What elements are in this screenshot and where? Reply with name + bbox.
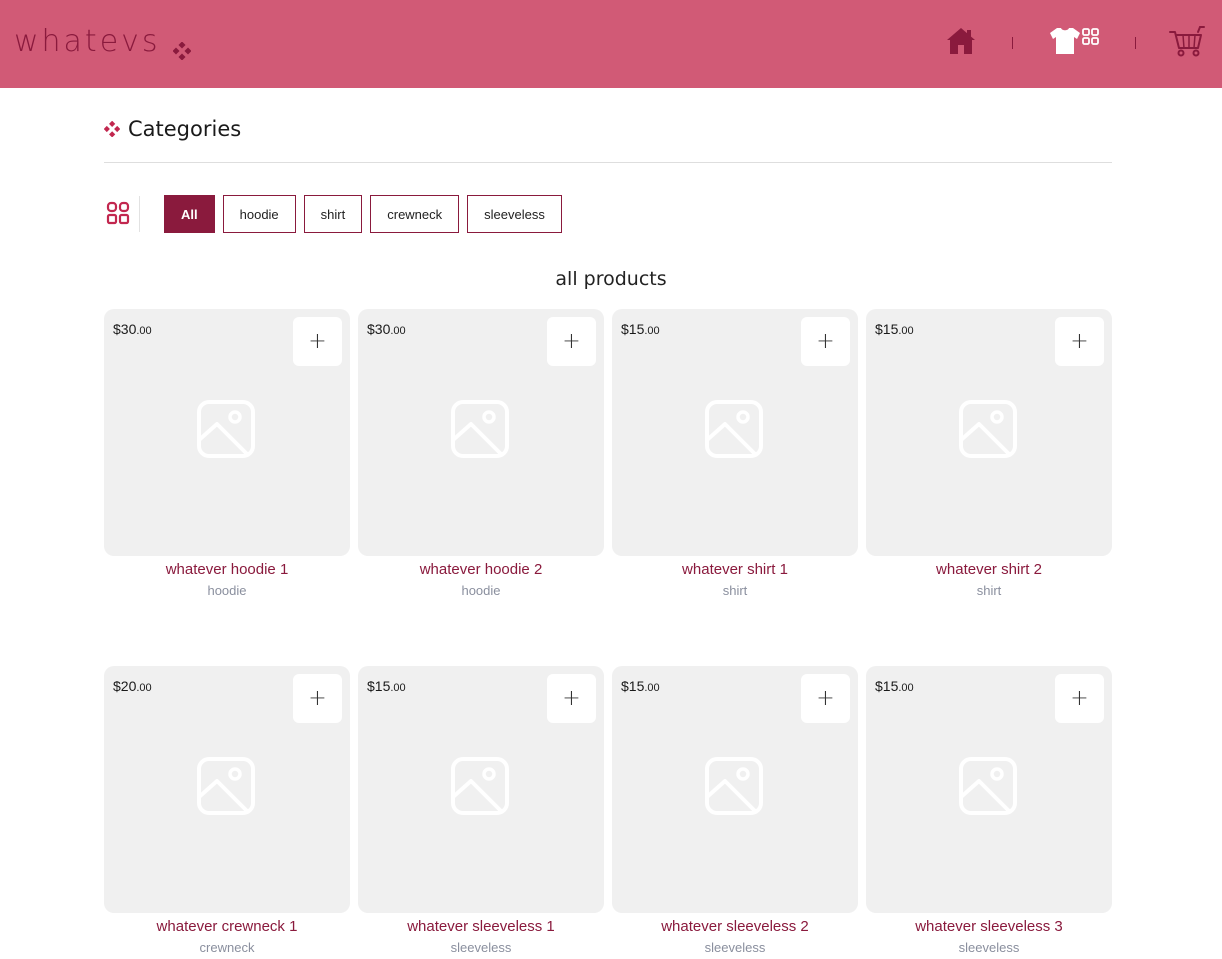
diamond-icon [172,33,192,61]
plus-icon: + [308,686,327,711]
product-name[interactable]: whatever sleeveless 2 [612,918,858,935]
product-image[interactable]: $15.00 + [358,666,604,913]
add-to-cart-button[interactable]: + [801,674,850,723]
plus-icon: + [1070,686,1089,711]
image-placeholder-icon [959,400,1017,458]
plus-icon: + [1070,329,1089,354]
add-to-cart-button[interactable]: + [293,317,342,366]
product-category: sleeveless [450,940,512,955]
product-name[interactable]: whatever hoodie 1 [104,561,350,578]
brand-logo[interactable]: whatevs [14,24,192,61]
product-name[interactable]: whatever hoodie 2 [358,561,604,578]
product-card[interactable]: $15.00 + whatever shirt 2 shirt [866,309,1112,598]
product-name[interactable]: whatever shirt 2 [866,561,1112,578]
product-price: $15.00 [875,321,914,337]
filter-shirt[interactable]: shirt [303,195,363,233]
product-price: $30.00 [113,321,152,337]
image-placeholder-icon [705,400,763,458]
product-category: shirt [722,583,748,598]
nav-divider [1135,37,1136,49]
product-category: shirt [976,583,1002,598]
product-image[interactable]: $30.00 + [358,309,604,556]
grid-view-icon[interactable] [106,201,130,225]
product-card[interactable]: $30.00 + whatever hoodie 2 hoodie [358,309,604,598]
filter-all[interactable]: All [164,195,215,233]
product-name[interactable]: whatever shirt 1 [612,561,858,578]
category-filters: All hoodie shirt crewneck sleeveless [164,195,562,233]
image-placeholder-icon [705,757,763,815]
image-placeholder-icon [451,757,509,815]
plus-icon: + [562,329,581,354]
product-card[interactable]: $15.00 + whatever sleeveless 1 sleeveles… [358,666,604,955]
plus-icon: + [816,686,835,711]
product-card[interactable]: $15.00 + whatever sleeveless 2 sleeveles… [612,666,858,955]
product-card[interactable]: $15.00 + whatever shirt 1 shirt [612,309,858,598]
add-to-cart-button[interactable]: + [547,674,596,723]
product-image[interactable]: $15.00 + [612,309,858,556]
product-image[interactable]: $15.00 + [612,666,858,913]
add-to-cart-button[interactable]: + [801,317,850,366]
product-card[interactable]: $15.00 + whatever sleeveless 3 sleeveles… [866,666,1112,955]
product-image[interactable]: $30.00 + [104,309,350,556]
product-price: $15.00 [367,678,406,694]
brand-name: whatevs [14,24,161,59]
product-price: $30.00 [367,321,406,337]
product-category: sleeveless [958,940,1020,955]
shop-nav-button[interactable] [1048,26,1100,56]
filter-crewneck[interactable]: crewneck [370,195,460,233]
product-image[interactable]: $15.00 + [866,309,1112,556]
image-placeholder-icon [197,757,255,815]
add-to-cart-button[interactable]: + [293,674,342,723]
product-name[interactable]: whatever crewneck 1 [104,918,350,935]
filter-sleeveless[interactable]: sleeveless [467,195,562,233]
top-header: whatevs [0,0,1222,88]
image-placeholder-icon [197,400,255,458]
product-price: $15.00 [875,678,914,694]
product-category: crewneck [199,940,255,955]
product-image[interactable]: $20.00 + [104,666,350,913]
section-title: all products [555,268,667,290]
image-placeholder-icon [451,400,509,458]
product-category: hoodie [461,583,501,598]
filter-hoodie[interactable]: hoodie [222,195,296,233]
categories-heading: Categories [104,117,241,141]
product-price: $15.00 [621,678,660,694]
home-icon[interactable] [945,26,977,56]
nav-divider [1012,37,1013,49]
add-to-cart-button[interactable]: + [1055,317,1104,366]
add-to-cart-button[interactable]: + [1055,674,1104,723]
categories-title: Categories [128,117,242,141]
diamond-icon [104,121,120,137]
product-category: sleeveless [704,940,766,955]
image-placeholder-icon [959,757,1017,815]
plus-icon: + [562,686,581,711]
cart-icon[interactable] [1169,26,1205,58]
divider [104,162,1112,163]
product-card[interactable]: $20.00 + whatever crewneck 1 crewneck [104,666,350,955]
product-name[interactable]: whatever sleeveless 3 [866,918,1112,935]
plus-icon: + [308,329,327,354]
product-grid: $30.00 + whatever hoodie 1 hoodie $30.00… [104,309,1112,955]
product-name[interactable]: whatever sleeveless 1 [358,918,604,935]
product-price: $15.00 [621,321,660,337]
product-image[interactable]: $15.00 + [866,666,1112,913]
product-card[interactable]: $30.00 + whatever hoodie 1 hoodie [104,309,350,598]
plus-icon: + [816,329,835,354]
filter-divider [139,196,140,232]
add-to-cart-button[interactable]: + [547,317,596,366]
tshirt-grid-icon [1050,28,1099,54]
product-price: $20.00 [113,678,152,694]
product-category: hoodie [207,583,247,598]
